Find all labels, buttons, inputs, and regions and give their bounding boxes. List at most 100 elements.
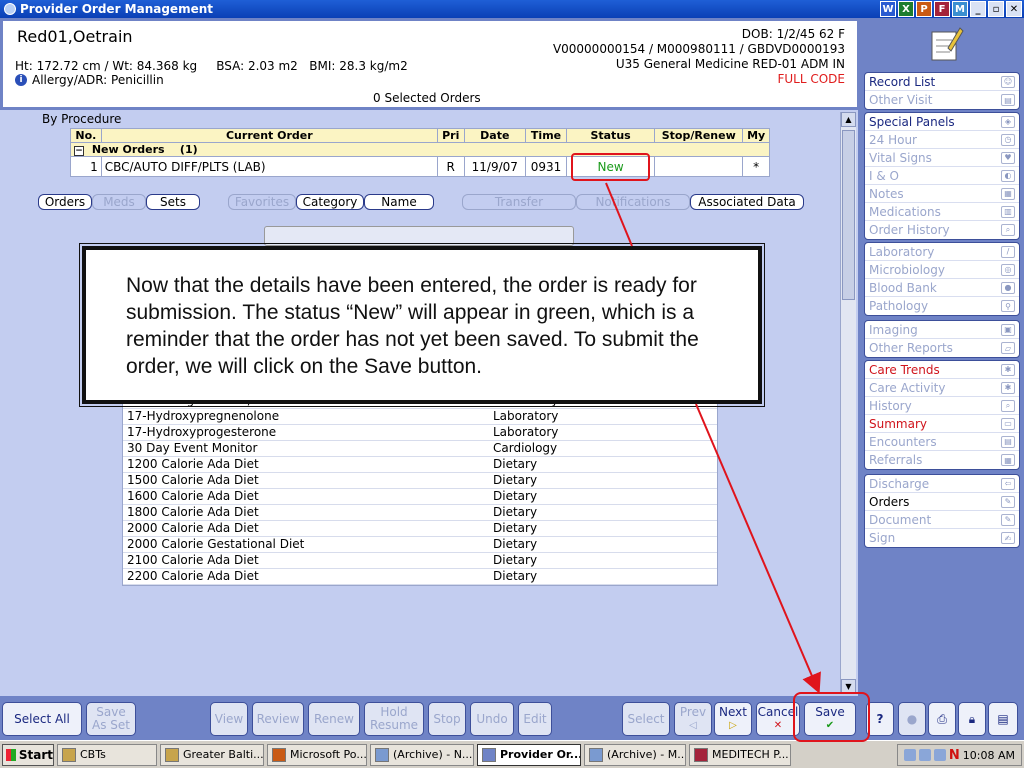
scroll-thumb[interactable] [842, 130, 855, 300]
collapse-icon[interactable]: − [74, 146, 84, 156]
form-icon[interactable]: F [934, 1, 950, 17]
excel-icon[interactable]: X [898, 1, 914, 17]
sidebar-item-record-list[interactable]: Record List ☺ [865, 73, 1019, 91]
meditech-icon[interactable]: M [952, 1, 968, 17]
sidebar-item-microbiology[interactable]: Microbiology ◎ [865, 261, 1019, 279]
volume-icon[interactable] [918, 749, 931, 761]
undo-button[interactable]: Undo [470, 702, 514, 736]
archive-icon [589, 747, 603, 762]
taskbar-item-meditech[interactable]: MEDITECH P... [689, 743, 791, 766]
help-button[interactable]: ? [866, 702, 894, 736]
allergy-text: Allergy/ADR: Penicillin [32, 73, 164, 87]
history-search-icon: ⌕ [1001, 224, 1015, 236]
edit-button[interactable]: Edit [518, 702, 552, 736]
select-button[interactable]: Select [622, 702, 670, 736]
sidebar-item-sign[interactable]: Sign ✍ [865, 529, 1019, 547]
allergy-line[interactable]: i Allergy/ADR: Penicillin [15, 73, 164, 87]
sidebar-item-imaging[interactable]: Imaging ▣ [865, 321, 1019, 339]
tab-orders[interactable]: Orders [38, 194, 92, 210]
vertical-scrollbar[interactable]: ▲ ▼ [840, 112, 856, 694]
sidebar-item-laboratory[interactable]: Laboratory / [865, 243, 1019, 261]
taskbar-item-powerpoint[interactable]: Microsoft Po... [267, 743, 367, 766]
bmi: BMI: 28.3 kg/m2 [309, 59, 408, 73]
tab-name[interactable]: Name [364, 194, 434, 210]
sidebar-item-medications[interactable]: Medications ▥ [865, 203, 1019, 221]
sidebar-item-io[interactable]: I & O ◐ [865, 167, 1019, 185]
list-item[interactable]: 1800 Calorie Ada Diet Dietary [123, 505, 717, 521]
list-item[interactable]: 1500 Calorie Ada Diet Dietary [123, 473, 717, 489]
close-button[interactable]: ✕ [1006, 1, 1022, 17]
taskbar-item-archive-m[interactable]: (Archive) - M... [584, 743, 686, 766]
sidebar-item-summary[interactable]: Summary ▭ [865, 415, 1019, 433]
sidebar-item-label: Care Activity [869, 380, 946, 395]
norton-icon[interactable]: N [949, 748, 960, 763]
lookup-popup-header [264, 226, 574, 246]
history-icon: ⌕ [1001, 399, 1015, 412]
sidebar-item-encounters[interactable]: Encounters ▤ [865, 433, 1019, 451]
sidebar-item-blood-bank[interactable]: Blood Bank ● [865, 279, 1019, 297]
info-button[interactable]: ● [898, 702, 926, 736]
transfer-button[interactable]: Transfer [462, 194, 576, 210]
powerpoint-icon[interactable]: P [916, 1, 932, 17]
sidebar-item-special-panels[interactable]: Special Panels ◈ [865, 113, 1019, 131]
stop-button[interactable]: Stop [428, 702, 466, 736]
tab-favorites[interactable]: Favorites [228, 194, 296, 210]
scroll-up-arrow-icon[interactable]: ▲ [841, 112, 856, 127]
meditech-p-icon [694, 747, 708, 762]
associated-data-button[interactable]: Associated Data [690, 194, 804, 210]
sidebar-item-notes[interactable]: Notes ▦ [865, 185, 1019, 203]
sidebar-item-care-activity[interactable]: Care Activity ✱ [865, 379, 1019, 397]
taskbar-item-cbts[interactable]: CBTs [57, 743, 157, 766]
new-orders-group[interactable]: − New Orders (1) [70, 142, 770, 157]
taskbar-item-greater-balti[interactable]: Greater Balti... [160, 743, 264, 766]
list-item[interactable]: 2200 Calorie Ada Diet Dietary [123, 569, 717, 585]
list-item[interactable]: 17-Hydroxypregnenolone Laboratory [123, 409, 717, 425]
list-item[interactable]: 2000 Calorie Ada Diet Dietary [123, 521, 717, 537]
minimize-button[interactable]: _ [970, 1, 986, 17]
help-tray-icon[interactable] [903, 749, 916, 761]
hold-resume-button[interactable]: Hold Resume [364, 702, 424, 736]
tab-meds[interactable]: Meds [92, 194, 146, 210]
select-all-button[interactable]: Select All [2, 702, 82, 736]
sidebar-item-other-visit[interactable]: Other Visit ▤ [865, 91, 1019, 109]
restore-button[interactable]: ▫ [988, 1, 1004, 17]
list-item[interactable]: 1200 Calorie Ada Diet Dietary [123, 457, 717, 473]
list-item[interactable]: 17-Hydroxyprogesterone Laboratory [123, 425, 717, 441]
start-button[interactable]: Start [2, 743, 54, 766]
button-label: Review [256, 711, 300, 726]
network-icon[interactable] [933, 749, 946, 761]
review-button[interactable]: Review [252, 702, 304, 736]
print-button[interactable]: ⎙ [928, 702, 956, 736]
prev-button[interactable]: Prev ◁ [674, 702, 712, 736]
lock-button[interactable]: 🔒︎ [958, 702, 986, 736]
table-row[interactable]: 1 CBC/AUTO DIFF/PLTS (LAB) R 11/9/07 093… [70, 156, 770, 177]
save-highlight-box [793, 692, 870, 742]
word-icon[interactable]: W [880, 1, 896, 17]
group-label: − New Orders (1) [70, 142, 770, 157]
sidebar-item-discharge[interactable]: Discharge ⇦ [865, 475, 1019, 493]
save-as-set-button[interactable]: Save As Set [86, 702, 136, 736]
list-item[interactable]: 1600 Calorie Ada Diet Dietary [123, 489, 717, 505]
message-button[interactable]: ▤ [988, 702, 1018, 736]
sidebar-item-vital-signs[interactable]: Vital Signs ♥ [865, 149, 1019, 167]
list-item[interactable]: 30 Day Event Monitor Cardiology [123, 441, 717, 457]
tab-sets[interactable]: Sets [146, 194, 200, 210]
list-item[interactable]: 2100 Calorie Ada Diet Dietary [123, 553, 717, 569]
renew-button[interactable]: Renew [308, 702, 360, 736]
sidebar-item-document[interactable]: Document ✎ [865, 511, 1019, 529]
sidebar-item-history[interactable]: History ⌕ [865, 397, 1019, 415]
sidebar-item-other-reports[interactable]: Other Reports ▱ [865, 339, 1019, 357]
sidebar-item-order-history[interactable]: Order History ⌕ [865, 221, 1019, 239]
sidebar-item-orders[interactable]: Orders ✎ [865, 493, 1019, 511]
taskbar-item-provider-orders[interactable]: Provider Or... [477, 743, 581, 766]
sidebar-item-care-trends[interactable]: Care Trends ✱ [865, 361, 1019, 379]
sidebar-item-pathology[interactable]: Pathology ⚲ [865, 297, 1019, 315]
list-item[interactable]: 2000 Calorie Gestational Diet Dietary [123, 537, 717, 553]
view-button[interactable]: View [210, 702, 248, 736]
sidebar-item-referrals[interactable]: Referrals ▦ [865, 451, 1019, 469]
notifications-button[interactable]: Notifications [576, 194, 690, 210]
tab-category[interactable]: Category [296, 194, 364, 210]
taskbar-item-archive-n[interactable]: (Archive) - N... [370, 743, 474, 766]
next-button[interactable]: Next ▷ [714, 702, 752, 736]
sidebar-item-24-hour[interactable]: 24 Hour ◷ [865, 131, 1019, 149]
